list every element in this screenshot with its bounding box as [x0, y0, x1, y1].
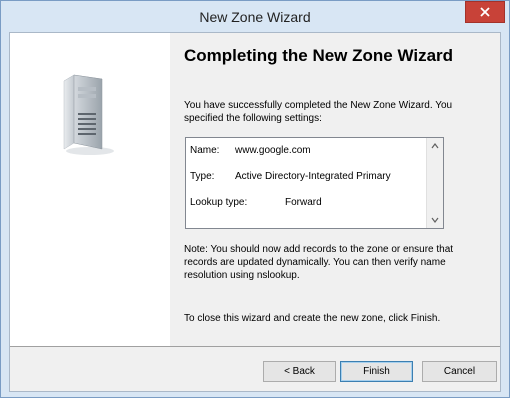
setting-value: Forward — [285, 197, 322, 208]
settings-scrollbar[interactable] — [426, 138, 443, 228]
scroll-up-arrow-icon — [431, 143, 439, 149]
title-bar[interactable]: New Zone Wizard — [1, 1, 509, 33]
setting-value: www.google.com — [235, 145, 311, 156]
finish-button[interactable]: Finish — [340, 361, 413, 382]
setting-label: Name: — [190, 145, 220, 156]
close-icon — [480, 7, 490, 17]
wizard-client-area: Completing the New Zone Wizard You have … — [9, 32, 501, 392]
footer-divider — [10, 346, 500, 347]
setting-label: Lookup type: — [190, 197, 248, 208]
scroll-down-button[interactable] — [429, 214, 441, 226]
setting-row-name: Name: www.google.com — [190, 145, 311, 156]
wizard-window: New Zone Wizard Completing the New Zone … — [0, 0, 510, 398]
intro-text: You have successfully completed the New … — [184, 100, 453, 124]
setting-value: Active Directory-Integrated Primary — [235, 171, 391, 182]
setting-row-type: Type: Active Directory-Integrated Primary — [190, 171, 391, 182]
close-button[interactable] — [465, 1, 505, 23]
window-title: New Zone Wizard — [199, 9, 311, 25]
back-button[interactable]: < Back — [263, 361, 336, 382]
closing-text: To close this wizard and create the new … — [184, 313, 441, 324]
settings-summary-box[interactable]: Name: www.google.com Type: Active Director… — [185, 137, 444, 229]
setting-row-lookup-type: Lookup type: Forward — [190, 197, 322, 208]
scroll-down-arrow-icon — [431, 217, 439, 223]
wizard-side-panel — [10, 33, 170, 346]
cancel-button[interactable]: Cancel — [422, 361, 497, 382]
note-text: Note: You should now add records to the … — [184, 244, 454, 281]
page-title: Completing the New Zone Wizard — [184, 46, 454, 65]
setting-label: Type: — [190, 171, 215, 182]
server-icon — [63, 74, 114, 155]
scroll-up-button[interactable] — [429, 140, 441, 152]
